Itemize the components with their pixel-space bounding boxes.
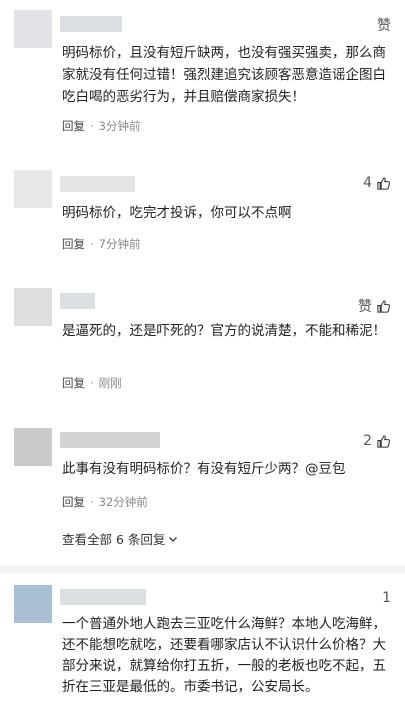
- avatar[interactable]: [14, 288, 52, 326]
- view-all-replies-label: 查看全部 6 条回复: [62, 532, 166, 547]
- like-button[interactable]: 2: [363, 433, 391, 449]
- username-redacted[interactable]: [60, 432, 160, 448]
- avatar[interactable]: [14, 170, 52, 208]
- reply-button[interactable]: 回复: [62, 236, 85, 252]
- username-redacted[interactable]: [60, 176, 135, 192]
- reply-button[interactable]: 回复: [62, 375, 85, 391]
- comment-meta: 回复 · 7分钟前: [62, 236, 140, 252]
- separator-dot: ·: [90, 119, 94, 133]
- like-button[interactable]: 赞: [358, 296, 391, 316]
- like-count: 4: [363, 175, 372, 191]
- comment-text: 明码标价，吃完才投诉，你可以不点啊: [62, 205, 292, 221]
- thumbs-up-icon: [377, 299, 390, 313]
- like-label: 赞: [377, 18, 391, 34]
- thumbs-up-icon: [377, 176, 390, 190]
- like-count: 1: [382, 590, 391, 606]
- like-button[interactable]: 赞: [377, 15, 391, 35]
- username-redacted[interactable]: [60, 589, 146, 605]
- chevron-down-icon: [169, 536, 178, 542]
- like-button[interactable]: 4: [363, 175, 391, 191]
- comment-text: 一个普通外地人跑去三亚吃什么海鲜？本地人吃海鲜，还不能想吃就吃，还要看哪家店认不…: [62, 616, 386, 695]
- reply-button[interactable]: 回复: [62, 118, 85, 134]
- separator-dot: ·: [90, 495, 94, 509]
- comment-time: 32分钟前: [98, 495, 148, 509]
- comment-text: 是逼死的，还是吓死的？官方的说清楚，不能和稀泥！: [62, 323, 386, 339]
- view-all-replies-link[interactable]: 查看全部 6 条回复: [62, 529, 178, 548]
- comment-text: 明码标价，且没有短斤缺两，也没有强买强卖，那么商家就没有任何过错！强烈建追究该顾…: [62, 45, 386, 105]
- section-divider: [0, 565, 405, 573]
- comment-text: 此事有没有明码标价？有没有短斤少两？@豆包: [62, 461, 346, 477]
- comment-meta: 回复 · 刚刚: [62, 375, 122, 391]
- avatar[interactable]: [14, 585, 52, 623]
- thumbs-up-icon: [377, 434, 390, 448]
- avatar[interactable]: [14, 428, 52, 466]
- like-button[interactable]: 1: [382, 590, 391, 606]
- reply-button[interactable]: 回复: [62, 494, 85, 510]
- comment-meta: 回复 · 32分钟前: [62, 494, 148, 510]
- separator-dot: ·: [90, 237, 94, 251]
- avatar[interactable]: [14, 10, 52, 48]
- like-count: 2: [363, 433, 372, 449]
- separator-dot: ·: [90, 376, 94, 390]
- comment-time: 刚刚: [98, 376, 122, 390]
- comment-time: 3分钟前: [98, 119, 141, 133]
- username-redacted[interactable]: [60, 16, 122, 32]
- like-label: 赞: [358, 299, 372, 315]
- comment-time: 7分钟前: [98, 237, 141, 251]
- username-redacted[interactable]: [60, 293, 95, 309]
- comment-meta: 回复 · 3分钟前: [62, 118, 140, 134]
